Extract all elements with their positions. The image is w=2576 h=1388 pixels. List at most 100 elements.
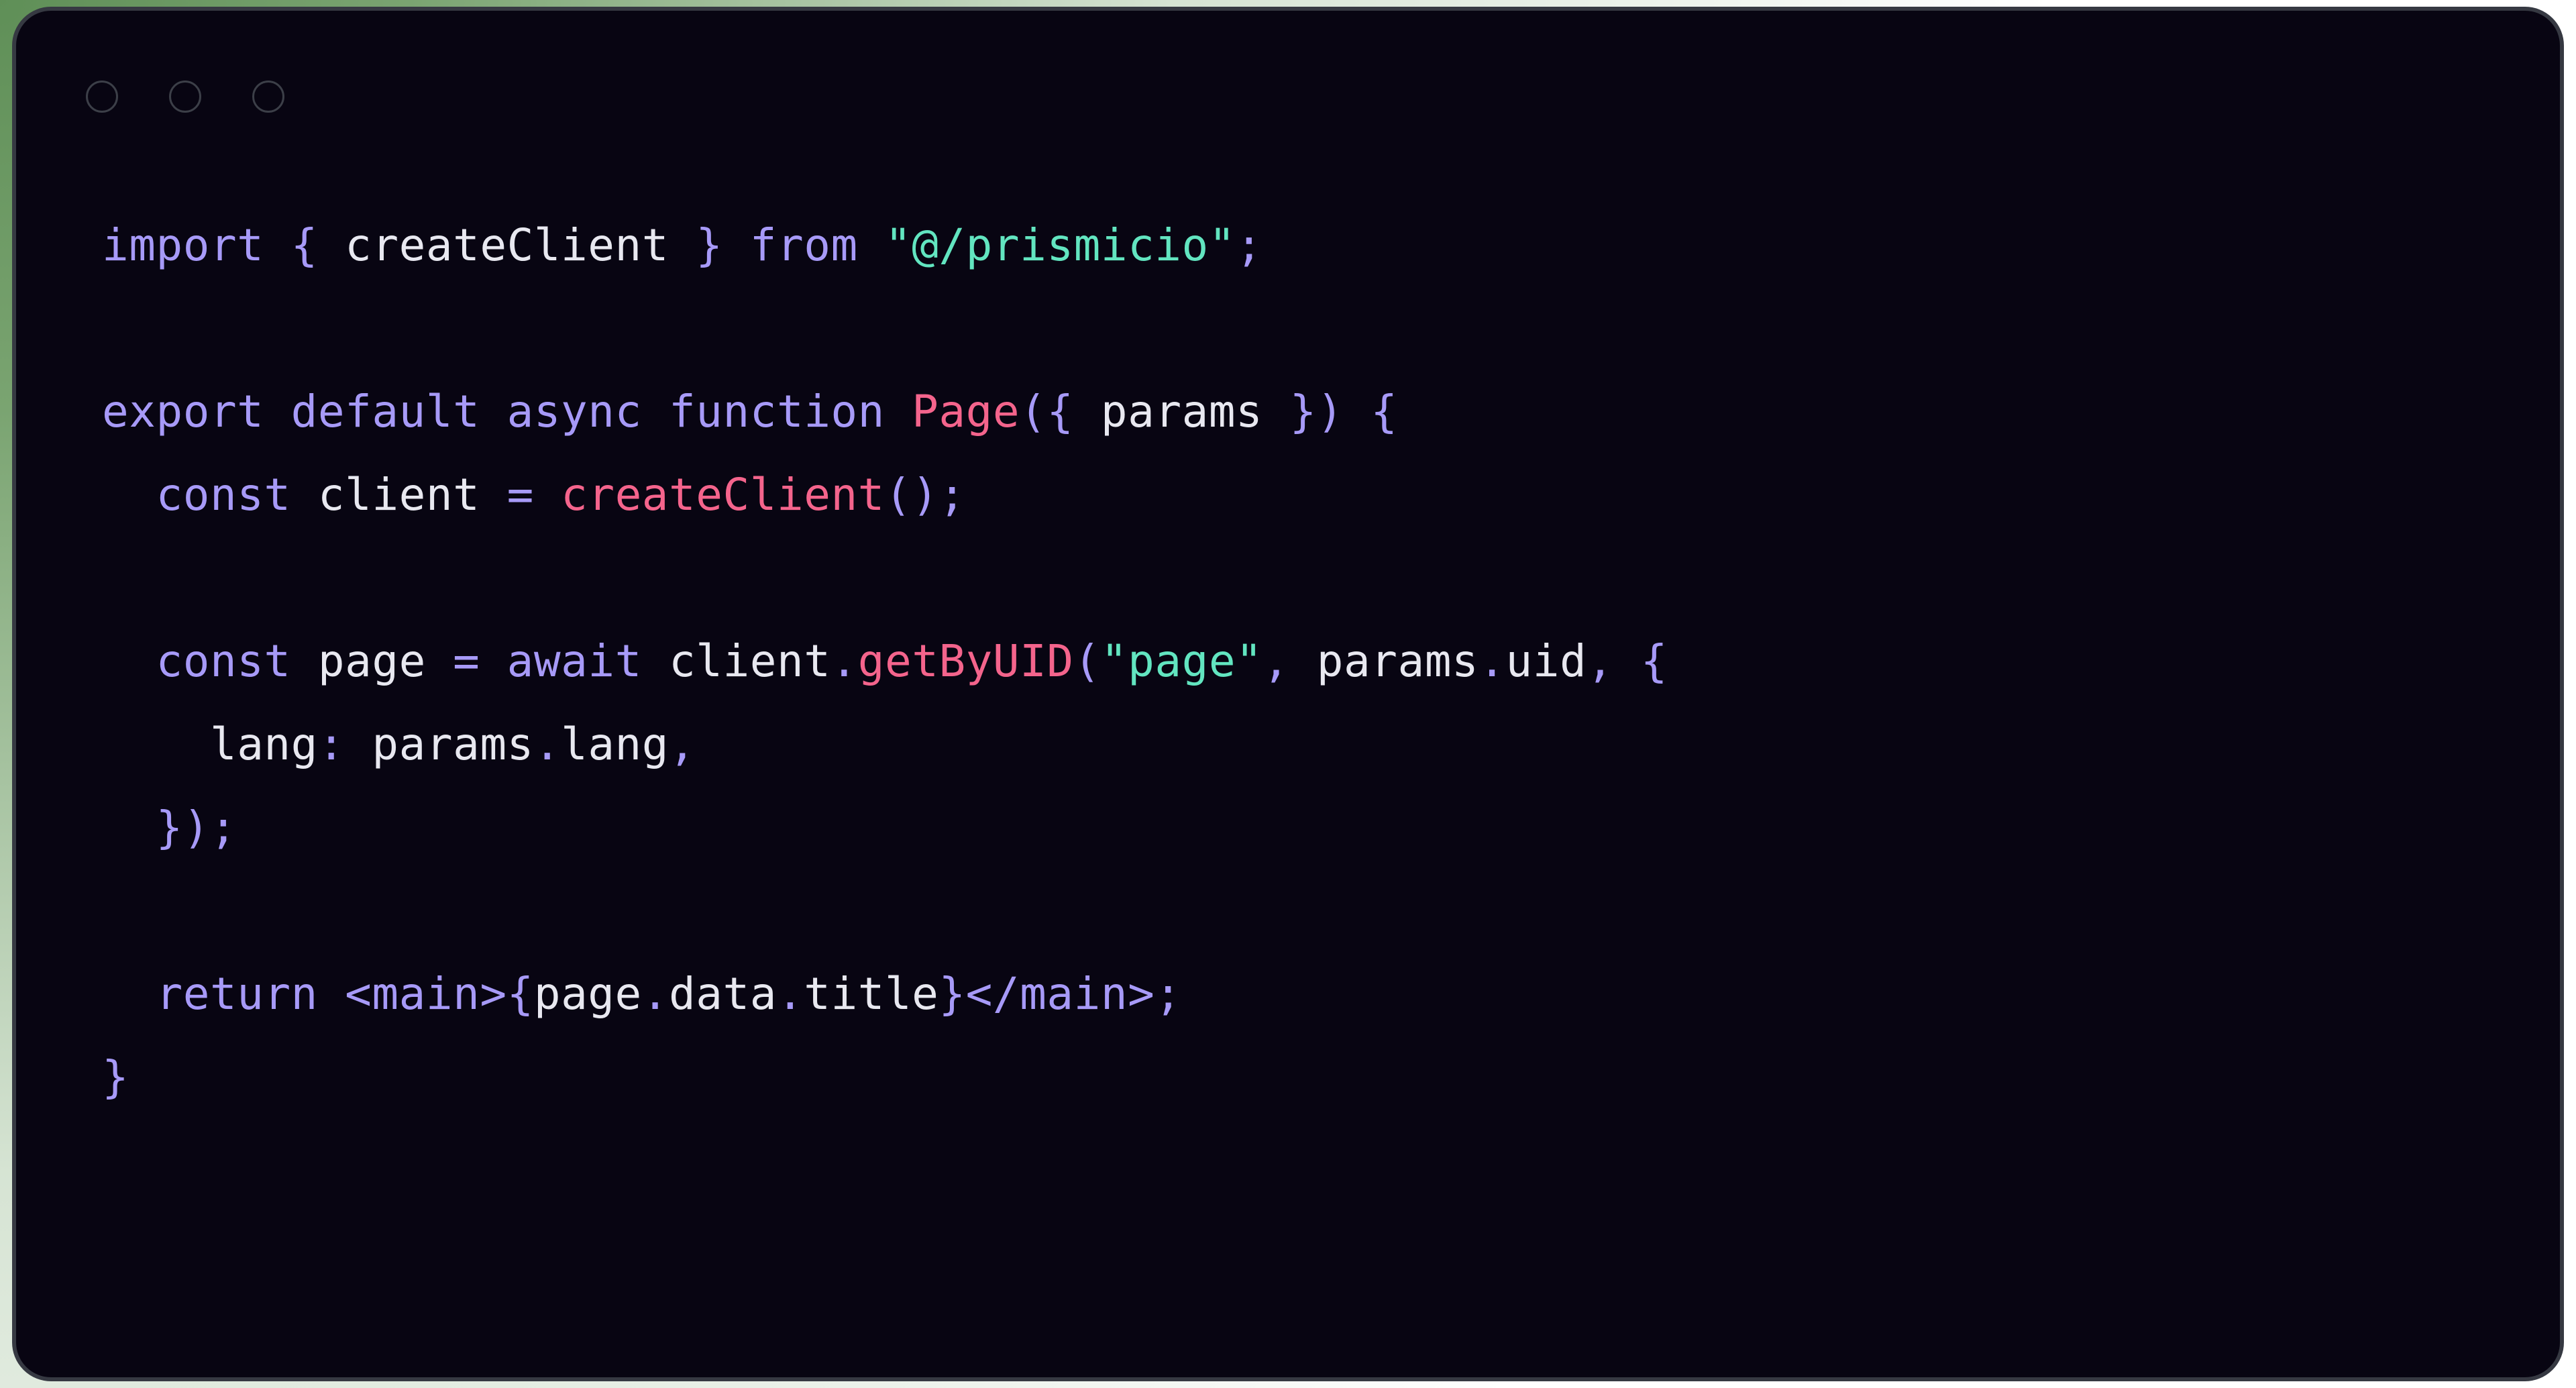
code-token: , [1587, 635, 1614, 687]
code-token: client [317, 469, 480, 521]
code-token: params [1100, 386, 1263, 437]
code-token: ; [1236, 219, 1263, 271]
code-token: } [696, 219, 723, 271]
minimize-button[interactable] [169, 81, 201, 113]
code-line: return <main>{page.data.title}</main>; [102, 953, 2520, 1036]
code-token: = [453, 635, 480, 687]
code-line: const client = createClient(); [102, 453, 2520, 537]
code-token: </main> [965, 968, 1155, 1020]
code-token: : [317, 718, 345, 770]
code-token: uid [1505, 635, 1587, 687]
code-token: ( [1073, 635, 1101, 687]
code-line: lang: params.lang, [102, 703, 2520, 786]
code-token: page [533, 968, 642, 1020]
code-token: export [102, 386, 264, 437]
code-token: await [506, 635, 642, 687]
code-token: . [776, 968, 804, 1020]
code-token: <main> [345, 968, 507, 1020]
code-token: const [156, 635, 291, 687]
code-token: client [669, 635, 831, 687]
code-token: } [102, 1051, 129, 1103]
code-token: . [1479, 635, 1506, 687]
code-editor-content[interactable]: import { createClient } from "@/prismici… [102, 204, 2520, 1350]
code-token: params [372, 718, 534, 770]
code-token: const [156, 469, 291, 521]
code-token: ) [1316, 386, 1344, 437]
code-token: title [804, 968, 939, 1020]
code-token: "@/prismicio" [884, 219, 1236, 271]
code-token: from [749, 219, 858, 271]
code-line: const page = await client.getByUID("page… [102, 620, 2520, 703]
code-token: } [1289, 386, 1317, 437]
screenshot-canvas: import { createClient } from "@/prismici… [0, 0, 2576, 1388]
code-token: ; [1155, 968, 1182, 1020]
code-token: , [669, 718, 696, 770]
code-token: . [533, 718, 561, 770]
code-token: import [102, 219, 264, 271]
code-token: params [1316, 635, 1479, 687]
code-token: { [1640, 635, 1668, 687]
code-token: { [1371, 386, 1398, 437]
code-token: { [1046, 386, 1074, 437]
code-token: }); [156, 802, 237, 853]
code-line: import { createClient } from "@/prismici… [102, 204, 2520, 287]
close-button[interactable] [86, 81, 118, 113]
code-token: return [156, 968, 318, 1020]
code-token: } [938, 968, 966, 1020]
window-controls [86, 81, 284, 113]
code-token: default [290, 386, 480, 437]
code-token: { [290, 219, 318, 271]
code-line: export default async function Page({ par… [102, 370, 2520, 453]
code-token: createClient [561, 469, 885, 521]
code-token: . [641, 968, 669, 1020]
code-token: "page" [1100, 635, 1263, 687]
code-token: lang [209, 718, 318, 770]
code-token: , [1263, 635, 1290, 687]
code-token: ( [1020, 386, 1047, 437]
code-token: () [884, 469, 939, 521]
code-token: data [669, 968, 777, 1020]
code-token: ; [938, 469, 966, 521]
code-token: . [830, 635, 858, 687]
code-line: }); [102, 786, 2520, 869]
code-token: getByUID [857, 635, 1074, 687]
code-token: page [317, 635, 426, 687]
code-token: async [506, 386, 642, 437]
maximize-button[interactable] [252, 81, 284, 113]
code-token: function [669, 386, 885, 437]
code-token: Page [912, 386, 1020, 437]
code-window: import { createClient } from "@/prismici… [12, 7, 2564, 1381]
code-token: lang [561, 718, 669, 770]
code-token: { [506, 968, 534, 1020]
